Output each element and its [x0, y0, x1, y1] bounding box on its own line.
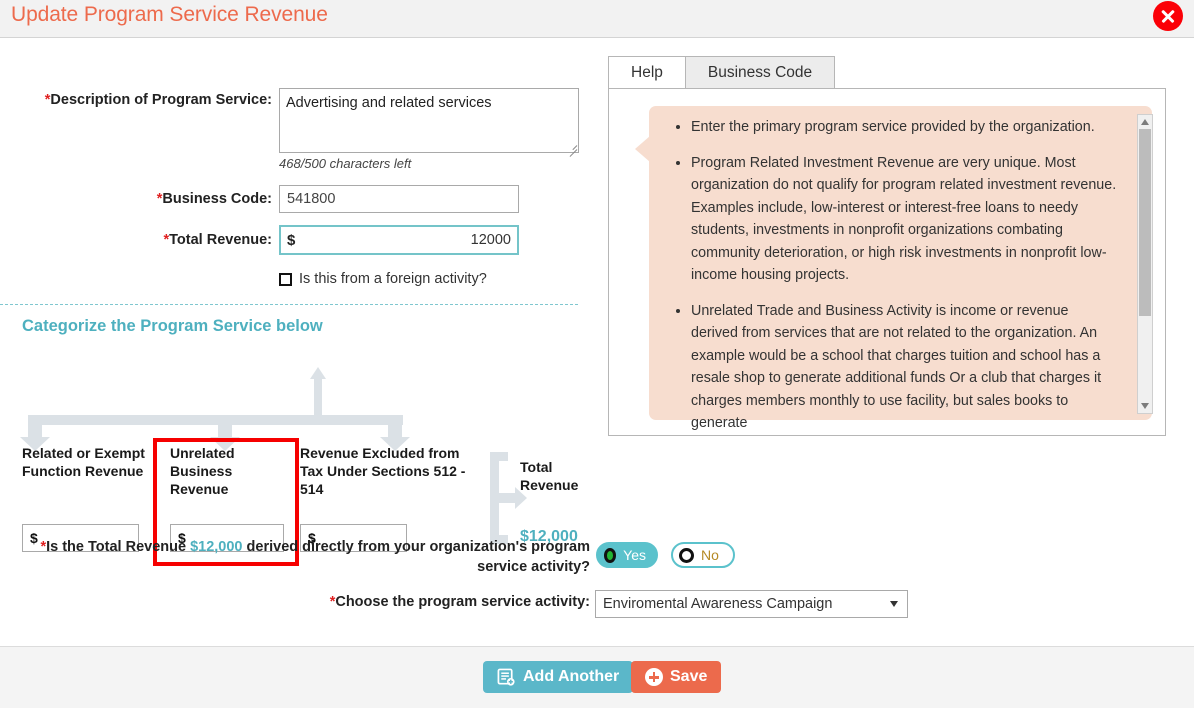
radio-yes[interactable]: Yes [596, 542, 658, 568]
help-tabs: Help Business Code [608, 56, 836, 88]
business-code-input[interactable] [279, 185, 519, 213]
tab-help[interactable]: Help [608, 56, 686, 88]
modal-header: Update Program Service Revenue [0, 0, 1194, 38]
chevron-down-icon [890, 601, 898, 607]
radio-dot-unselected [679, 547, 694, 563]
scroll-down-icon[interactable] [1141, 403, 1149, 409]
scrollbar-thumb[interactable] [1139, 129, 1151, 316]
save-label: Save [670, 668, 708, 685]
category-related-exempt: Related or Exempt Function Revenue [22, 444, 154, 480]
flow-arrows-svg [20, 367, 410, 451]
description-input[interactable] [279, 88, 579, 153]
foreign-activity-checkbox[interactable] [279, 272, 292, 286]
total-revenue-label: *Total Revenue: [163, 232, 272, 248]
category-unrelated-business: Unrelated Business Revenue [170, 444, 288, 498]
total-revenue-input[interactable] [295, 231, 517, 249]
section-divider [0, 304, 578, 305]
page-title: Update Program Service Revenue [11, 3, 328, 26]
tab-business-code[interactable]: Business Code [684, 56, 836, 88]
foreign-activity-label: Is this from a foreign activity? [299, 271, 487, 287]
list-item: Unrelated Trade and Business Activity is… [691, 300, 1119, 435]
category-title: Related or Exempt Function Revenue [22, 445, 145, 479]
activity-select-label: *Choose the program service activity: [329, 594, 590, 610]
radio-no[interactable]: No [671, 542, 735, 568]
help-callout: Enter the primary program service provid… [635, 106, 1153, 431]
total-revenue-field[interactable]: $ [279, 225, 519, 255]
add-another-label: Add Another [523, 668, 620, 685]
modal-footer: Add Another Save [0, 646, 1194, 708]
help-bullet-list: Enter the primary program service provid… [671, 116, 1119, 448]
program-service-form: *Description of Program Service: 468/500… [0, 39, 908, 639]
business-code-label: *Business Code: [156, 191, 272, 207]
modal-body: *Description of Program Service: 468/500… [0, 39, 1194, 646]
list-item: Program Related Investment Revenue are v… [691, 152, 1119, 287]
plus-circle-icon [645, 668, 663, 686]
radio-dot-selected [604, 547, 617, 563]
category-title: Revenue Excluded from Tax Under Sections… [300, 445, 466, 497]
help-tab-panel: Enter the primary program service provid… [608, 88, 1166, 436]
modal-dialog: Update Program Service Revenue *Descript… [0, 0, 1194, 708]
selected-activity-value: Enviromental Awareness Campaign [603, 596, 833, 612]
description-label: *Description of Program Service: [44, 92, 272, 108]
derived-question-label: *Is the Total Revenue $12,000 derived di… [40, 539, 590, 575]
foreign-activity-row[interactable]: Is this from a foreign activity? [279, 271, 487, 287]
add-list-icon [497, 668, 515, 686]
program-service-activity-select[interactable]: Enviromental Awareness Campaign [595, 590, 908, 618]
help-scrollbar[interactable] [1137, 114, 1153, 414]
question-amount: $12,000 [190, 539, 243, 555]
close-icon[interactable] [1153, 1, 1183, 31]
currency-symbol: $ [30, 530, 38, 546]
scroll-up-icon[interactable] [1141, 119, 1149, 125]
total-revenue-summary-label: Total Revenue [520, 459, 579, 493]
radio-yes-label: Yes [623, 547, 646, 563]
revenue-flow-diagram [0, 329, 600, 459]
currency-symbol: $ [287, 231, 296, 249]
category-title: Unrelated Business Revenue [170, 445, 235, 497]
category-excluded-512-514: Revenue Excluded from Tax Under Sections… [300, 444, 470, 498]
list-item: Enter the primary program service provid… [691, 116, 1119, 139]
radio-no-label: No [701, 547, 719, 563]
character-counter: 468/500 characters left [279, 156, 412, 171]
save-button[interactable]: Save [631, 661, 722, 693]
add-another-button[interactable]: Add Another [483, 661, 634, 693]
